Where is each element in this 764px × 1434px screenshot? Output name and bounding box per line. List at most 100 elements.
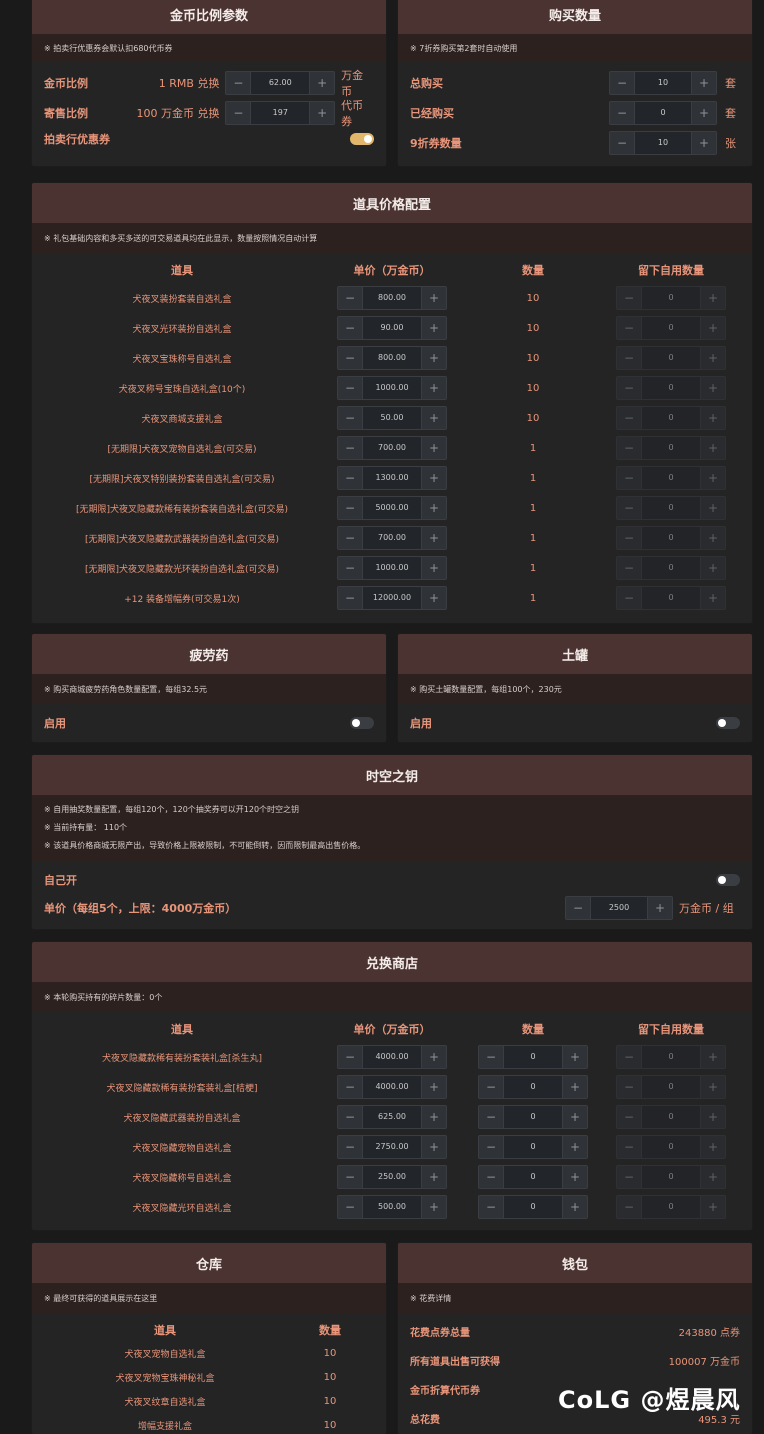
value-stepper[interactable]: −700.00 +	[337, 526, 447, 550]
minus-button[interactable]: −	[338, 437, 362, 459]
minus-button[interactable]: −	[479, 1046, 503, 1068]
stepper-value[interactable]: 0	[503, 1136, 563, 1158]
minus-button[interactable]: −	[617, 1106, 641, 1128]
plus-button[interactable]: +	[701, 497, 725, 519]
plus-button[interactable]: +	[563, 1106, 587, 1128]
value-stepper[interactable]: −625.00 +	[337, 1105, 447, 1129]
jar-toggle[interactable]	[716, 717, 740, 729]
value-stepper[interactable]: −0 +	[616, 496, 726, 520]
value-stepper[interactable]: −0 +	[478, 1075, 588, 1099]
plus-button[interactable]: +	[422, 1106, 446, 1128]
value-stepper[interactable]: −800.00 +	[337, 346, 447, 370]
minus-button[interactable]: −	[617, 377, 641, 399]
value-stepper[interactable]: −0 +	[616, 1045, 726, 1069]
value-stepper[interactable]: −800.00 +	[337, 286, 447, 310]
plus-button[interactable]: +	[422, 467, 446, 489]
stepper-value[interactable]: 0	[641, 1076, 701, 1098]
plus-button[interactable]: +	[563, 1196, 587, 1218]
plus-button[interactable]: +	[310, 102, 335, 124]
plus-button[interactable]: +	[563, 1076, 587, 1098]
stepper-value[interactable]: 0	[641, 1136, 701, 1158]
value-stepper[interactable]: −0 +	[616, 316, 726, 340]
minus-button[interactable]: −	[338, 1166, 362, 1188]
stepper-value[interactable]: 800.00	[362, 287, 422, 309]
minus-button[interactable]: −	[479, 1076, 503, 1098]
value-stepper[interactable]: −0 +	[616, 286, 726, 310]
stepper-value[interactable]: 1000.00	[362, 557, 422, 579]
stepper-value[interactable]: 0	[641, 497, 701, 519]
plus-button[interactable]: +	[563, 1166, 587, 1188]
time-key-price-stepper[interactable]: − 2500 +	[565, 896, 673, 920]
value-stepper[interactable]: −4000.00 +	[337, 1045, 447, 1069]
plus-button[interactable]: +	[422, 527, 446, 549]
value-stepper[interactable]: −0 +	[616, 1105, 726, 1129]
plus-button[interactable]: +	[422, 497, 446, 519]
value-stepper[interactable]: −0 +	[478, 1195, 588, 1219]
stepper-value[interactable]: 0	[641, 1196, 701, 1218]
bought-stepper[interactable]: − 0 +	[609, 101, 717, 125]
minus-button[interactable]: −	[479, 1196, 503, 1218]
stepper-value[interactable]: 0	[503, 1196, 563, 1218]
minus-button[interactable]: −	[617, 407, 641, 429]
minus-button[interactable]: −	[338, 587, 362, 609]
value-stepper[interactable]: −0 +	[616, 1165, 726, 1189]
stepper-value[interactable]: 4000.00	[362, 1076, 422, 1098]
minus-button[interactable]: −	[338, 557, 362, 579]
plus-button[interactable]: +	[310, 72, 335, 94]
minus-button[interactable]: −	[338, 287, 362, 309]
minus-button[interactable]: −	[479, 1166, 503, 1188]
coupon-count-stepper[interactable]: − 10 +	[609, 131, 717, 155]
minus-button[interactable]: −	[338, 497, 362, 519]
plus-button[interactable]: +	[701, 437, 725, 459]
minus-button[interactable]: −	[617, 287, 641, 309]
plus-button[interactable]: +	[701, 347, 725, 369]
minus-button[interactable]: −	[617, 587, 641, 609]
plus-button[interactable]: +	[422, 587, 446, 609]
stepper-value[interactable]: 50.00	[362, 407, 422, 429]
value-stepper[interactable]: −0 +	[616, 346, 726, 370]
plus-button[interactable]: +	[701, 1136, 725, 1158]
value-stepper[interactable]: −4000.00 +	[337, 1075, 447, 1099]
minus-button[interactable]: −	[338, 1076, 362, 1098]
plus-button[interactable]: +	[701, 287, 725, 309]
stepper-value[interactable]: 250.00	[362, 1166, 422, 1188]
stepper-value[interactable]: 90.00	[362, 317, 422, 339]
plus-button[interactable]: +	[692, 102, 716, 124]
minus-button[interactable]: −	[617, 347, 641, 369]
fatigue-toggle[interactable]	[350, 717, 374, 729]
minus-button[interactable]: −	[617, 497, 641, 519]
minus-button[interactable]: −	[226, 102, 251, 124]
value-stepper[interactable]: −0 +	[616, 406, 726, 430]
minus-button[interactable]: −	[617, 1136, 641, 1158]
stepper-value[interactable]: 0	[641, 1166, 701, 1188]
value-stepper[interactable]: −250.00 +	[337, 1165, 447, 1189]
stepper-value[interactable]: 2750.00	[362, 1136, 422, 1158]
minus-button[interactable]: −	[610, 102, 634, 124]
value-stepper[interactable]: −0 +	[478, 1105, 588, 1129]
plus-button[interactable]: +	[701, 1076, 725, 1098]
minus-button[interactable]: −	[617, 527, 641, 549]
value-stepper[interactable]: −1000.00 +	[337, 376, 447, 400]
value-stepper[interactable]: −5000.00 +	[337, 496, 447, 520]
minus-button[interactable]: −	[338, 1106, 362, 1128]
stepper-value[interactable]: 0	[641, 437, 701, 459]
plus-button[interactable]: +	[563, 1046, 587, 1068]
stepper-value[interactable]: 0	[641, 407, 701, 429]
plus-button[interactable]: +	[701, 557, 725, 579]
total-purchase-stepper[interactable]: − 10 +	[609, 71, 717, 95]
value-stepper[interactable]: −0 +	[616, 526, 726, 550]
stepper-value[interactable]: 4000.00	[362, 1046, 422, 1068]
stepper-value[interactable]: 197	[250, 102, 311, 124]
stepper-value[interactable]: 0	[641, 377, 701, 399]
value-stepper[interactable]: −0 +	[616, 1135, 726, 1159]
plus-button[interactable]: +	[701, 1106, 725, 1128]
value-stepper[interactable]: −0 +	[616, 466, 726, 490]
minus-button[interactable]: −	[566, 897, 590, 919]
stepper-value[interactable]: 0	[641, 317, 701, 339]
minus-button[interactable]: −	[617, 467, 641, 489]
stepper-value[interactable]: 0	[641, 527, 701, 549]
minus-button[interactable]: −	[338, 317, 362, 339]
value-stepper[interactable]: −50.00 +	[337, 406, 447, 430]
minus-button[interactable]: −	[338, 347, 362, 369]
stepper-value[interactable]: 0	[503, 1046, 563, 1068]
